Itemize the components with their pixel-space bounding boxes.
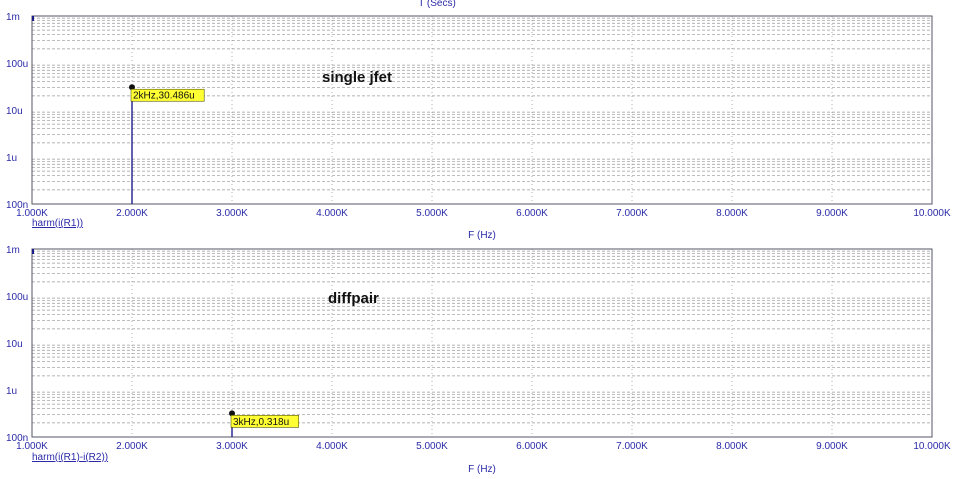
chart-single-jfet: 1m100u10u1u100n1.000K 2.000K 3.000K 4.000K 5…: [6, 12, 951, 241]
chart-annotation: single jfet: [322, 69, 392, 86]
x-tick-label: 5.000K: [416, 441, 448, 452]
x-tick-label: 10.000K: [913, 208, 951, 219]
x-tick-label: 3.000K: [216, 208, 248, 219]
x-tick-label: 4.000K: [316, 441, 348, 452]
x-tick-label: 7.000K: [616, 441, 648, 452]
x-tick-label: 6.000K: [516, 441, 548, 452]
x-tick-label: 10.000K: [913, 441, 951, 452]
x-tick-label: 1.000K: [16, 441, 48, 452]
y-tick-label: 1u: [6, 386, 17, 397]
fundamental-marker: [32, 249, 34, 254]
y-tick-label: 1u: [6, 153, 17, 164]
x-tick-label: 4.000K: [316, 208, 348, 219]
data-label: 2kHz,30.486u: [133, 91, 195, 102]
top-caption: T (Secs): [418, 0, 456, 9]
x-tick-label: 2.000K: [116, 441, 148, 452]
chart-annotation: diffpair: [328, 290, 379, 307]
x-tick-label: 9.000K: [816, 208, 848, 219]
y-tick-label: 10u: [6, 106, 23, 117]
chart-diffpair: 1m100u10u1u100n1.000K 2.000K 3.000K 4.000K 5…: [6, 245, 951, 475]
trace-name-label: harm(i(R1)): [32, 218, 83, 229]
y-tick-label: 1m: [6, 245, 20, 256]
x-tick-label: 9.000K: [816, 441, 848, 452]
y-tick-label: 10u: [6, 339, 23, 350]
harmonics-plot-window: T (Secs) 1m100u10u1u100n1.000K 2.000K 3.00…: [6, 0, 951, 475]
x-tick-label: 3.000K: [216, 441, 248, 452]
trace-name-label: harm(i(R1)-i(R2)): [32, 452, 108, 463]
x-axis-label: F (Hz): [468, 230, 496, 241]
x-tick-label: 8.000K: [716, 441, 748, 452]
x-tick-label: 2.000K: [116, 208, 148, 219]
data-label: 3kHz,0.318u: [233, 417, 289, 428]
y-tick-label: 1m: [6, 12, 20, 23]
x-tick-label: 5.000K: [416, 208, 448, 219]
fundamental-marker: [32, 16, 34, 21]
x-tick-label: 6.000K: [516, 208, 548, 219]
x-axis-label: F (Hz): [468, 464, 496, 475]
x-tick-label: 8.000K: [716, 208, 748, 219]
y-tick-label: 100u: [6, 292, 28, 303]
y-tick-label: 100u: [6, 59, 28, 70]
x-tick-label: 7.000K: [616, 208, 648, 219]
